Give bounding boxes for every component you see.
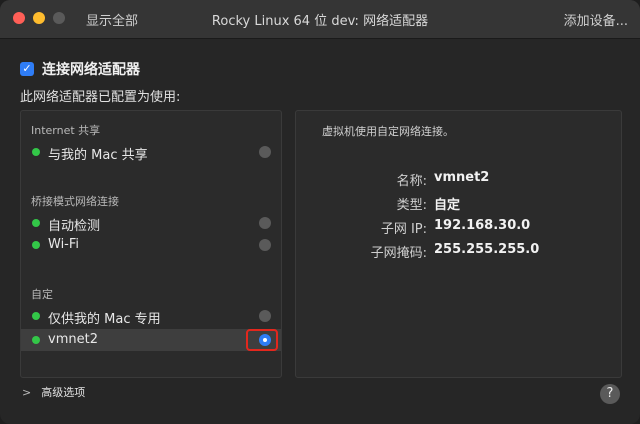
advanced-options-toggle[interactable]: > 高级选项 [22,384,85,400]
detail-value: 255.255.255.0 [434,242,540,257]
window-title: Rocky Linux 64 位 dev: 网络适配器 [211,14,429,29]
list-item-label: 仅供我的 Mac 专用 [48,312,161,327]
detail-value: vmnet2 [434,170,490,185]
list-item-share-with-mac[interactable]: 与我的 Mac 共享 [21,141,281,163]
detail-value: 192.168.30.0 [434,218,531,233]
detail-key: 名称: [396,174,427,189]
radio-button[interactable] [259,239,271,251]
connect-adapter-row: ✓ 连接网络适配器 [20,59,140,79]
group-title-custom: 自定 [31,288,53,301]
status-dot-icon [32,148,40,156]
detail-row-type: 类型: 自定 [296,194,621,214]
checkmark-icon: ✓ [22,62,32,75]
connect-adapter-checkbox[interactable]: ✓ [20,62,34,76]
group-title-bridged: 桥接模式网络连接 [31,195,119,208]
radio-button[interactable] [259,217,271,229]
add-device-button[interactable]: 添加设备... [564,10,628,29]
details-description: 虚拟机使用自定网络连接。 [322,125,454,138]
radio-button[interactable] [259,310,271,322]
configured-to-use-label: 此网络适配器已配置为使用: [20,90,181,105]
list-item-label: 与我的 Mac 共享 [48,148,148,163]
list-item-vmnet2[interactable]: vmnet2 [21,329,281,351]
detail-key: 类型: [396,198,427,213]
detail-key: 子网掩码: [370,246,427,261]
status-dot-icon [32,312,40,320]
connect-adapter-label[interactable]: 连接网络适配器 [42,59,140,79]
status-dot-icon [32,241,40,249]
group-title-internet-sharing: Internet 共享 [31,124,101,137]
list-item-private-to-mac[interactable]: 仅供我的 Mac 专用 [21,305,281,327]
title-bar: 显示全部 Rocky Linux 64 位 dev: 网络适配器 添加设备... [0,0,640,39]
advanced-options-label: 高级选项 [41,386,86,399]
list-item-autodetect[interactable]: 自动检测 [21,212,281,234]
detail-row-subnet-ip: 子网 IP: 192.168.30.0 [296,218,621,238]
chevron-right-icon: > [22,385,32,399]
detail-value: 自定 [434,198,461,213]
detail-key: 子网 IP: [380,222,427,237]
network-source-list: Internet 共享 与我的 Mac 共享 桥接模式网络连接 自动检测 Wi-… [20,110,282,378]
status-dot-icon [32,336,40,344]
selection-highlight-box [246,329,278,351]
list-item-label: vmnet2 [48,332,98,347]
status-dot-icon [32,219,40,227]
detail-row-subnet-mask: 子网掩码: 255.255.255.0 [296,242,621,262]
list-item-wifi[interactable]: Wi-Fi [21,234,281,256]
detail-row-name: 名称: vmnet2 [296,170,621,190]
list-item-label: Wi-Fi [48,237,80,252]
list-item-label: 自动检测 [48,219,101,234]
network-details-panel: 虚拟机使用自定网络连接。 名称: vmnet2 类型: 自定 子网 IP: 19… [295,110,622,378]
help-button[interactable]: ? [600,384,620,404]
network-adapter-window: 显示全部 Rocky Linux 64 位 dev: 网络适配器 添加设备...… [0,0,640,424]
radio-button[interactable] [259,146,271,158]
